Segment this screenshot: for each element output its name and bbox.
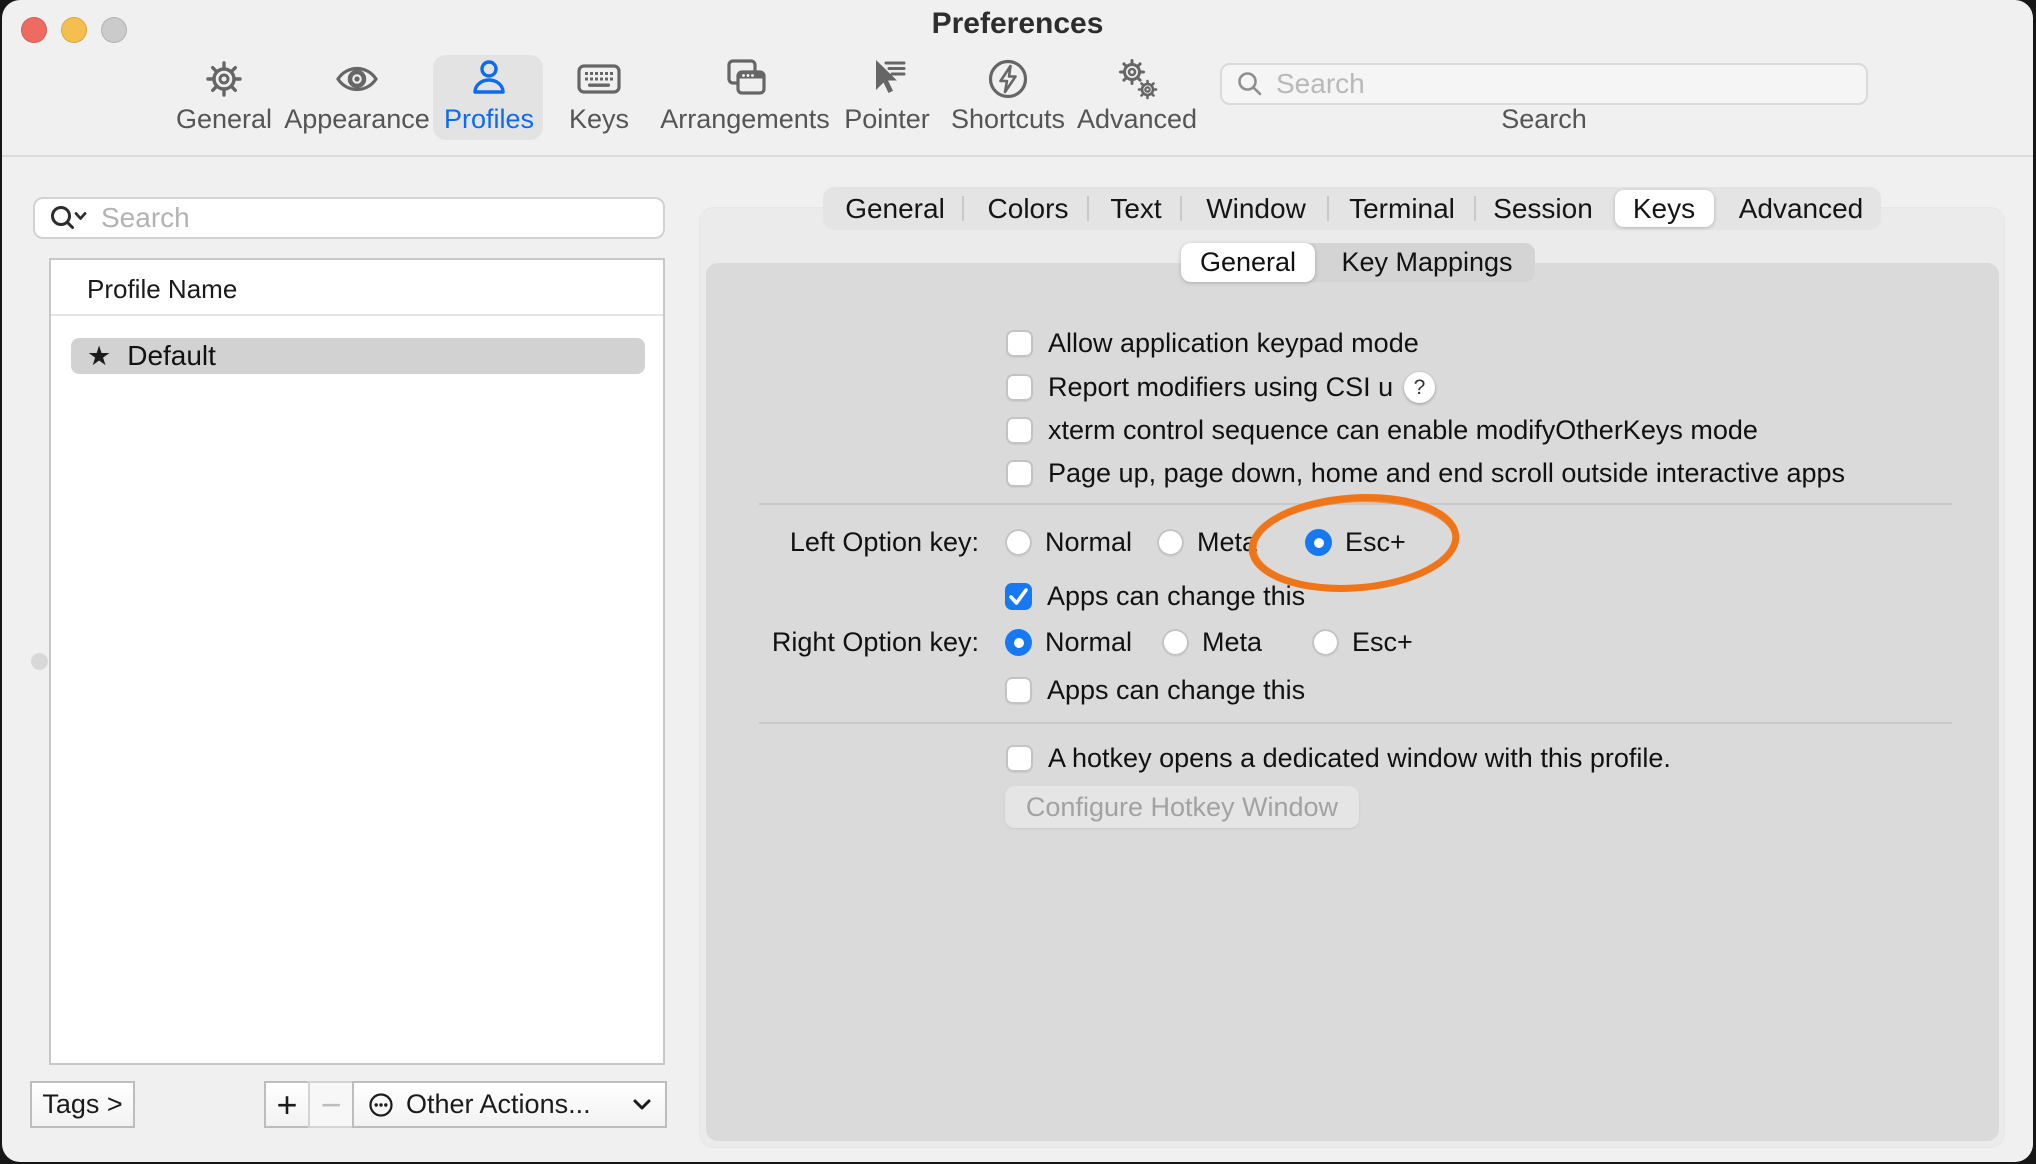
checkbox-allow-keypad-mode[interactable] bbox=[1006, 330, 1033, 357]
tab-separator bbox=[1180, 196, 1182, 221]
radio-label: Normal bbox=[1045, 621, 1132, 663]
sidebar-search-field[interactable] bbox=[33, 197, 665, 239]
radio-label: Meta bbox=[1202, 621, 1262, 663]
left-option-key-label: Left Option key: bbox=[602, 521, 979, 563]
toolbar-item-advanced[interactable]: Advanced bbox=[1027, 104, 1247, 135]
radio-label: Normal bbox=[1045, 521, 1132, 563]
checkbox-label: Report modifiers using CSI u bbox=[1048, 366, 1393, 408]
subtab-key-mappings[interactable]: Key Mappings bbox=[1322, 243, 1532, 282]
radio-label: Esc+ bbox=[1352, 621, 1413, 663]
screenshot-stage: Preferences bbox=[0, 0, 2036, 1164]
tags-button[interactable]: Tags > bbox=[30, 1081, 135, 1128]
radio-right-meta[interactable] bbox=[1162, 629, 1189, 656]
other-actions-label: Other Actions... bbox=[406, 1089, 591, 1120]
profile-list-header: Profile Name bbox=[87, 274, 237, 305]
eye-icon[interactable] bbox=[334, 56, 380, 102]
toolbar-divider bbox=[2, 155, 2033, 157]
radio-left-meta[interactable] bbox=[1157, 529, 1184, 556]
radio-left-normal[interactable] bbox=[1005, 529, 1032, 556]
tab-separator bbox=[1087, 196, 1089, 221]
window-title: Preferences bbox=[2, 7, 2033, 41]
gear-icon[interactable] bbox=[201, 56, 247, 102]
search-icon bbox=[1236, 70, 1264, 98]
remove-profile-button[interactable]: − bbox=[308, 1081, 354, 1128]
subtab-general[interactable]: General bbox=[1181, 243, 1315, 282]
person-icon[interactable] bbox=[466, 56, 512, 102]
tab-separator bbox=[1474, 196, 1476, 221]
double-gear-icon[interactable] bbox=[1114, 56, 1160, 102]
section-divider bbox=[759, 722, 1952, 724]
toolbar-search-input[interactable] bbox=[1274, 67, 1818, 101]
sidebar-search-input[interactable] bbox=[99, 201, 623, 235]
configure-hotkey-button[interactable]: Configure Hotkey Window bbox=[1005, 786, 1359, 828]
add-profile-button[interactable]: + bbox=[264, 1081, 310, 1128]
annotation-ellipse bbox=[1242, 488, 1468, 598]
profile-list: Profile Name ★ Default bbox=[49, 258, 665, 1065]
checkbox-label: Apps can change this bbox=[1047, 669, 1305, 711]
bolt-circle-icon[interactable] bbox=[985, 56, 1031, 102]
checkbox-page-scroll-outside[interactable] bbox=[1006, 460, 1033, 487]
tab-advanced[interactable]: Advanced bbox=[1711, 187, 1891, 230]
radio-right-normal[interactable] bbox=[1005, 629, 1032, 656]
splitter-handle-dot[interactable] bbox=[31, 653, 48, 670]
star-icon: ★ bbox=[87, 341, 111, 372]
right-option-key-label: Right Option key: bbox=[602, 621, 979, 663]
profile-row-default[interactable]: ★ Default bbox=[71, 338, 645, 374]
help-button[interactable]: ? bbox=[1404, 372, 1435, 403]
preferences-window: Preferences bbox=[2, 0, 2033, 1162]
checkbox-xterm-modifyotherkeys[interactable] bbox=[1006, 417, 1033, 444]
checkbox-label: Allow application keypad mode bbox=[1048, 322, 1419, 364]
tab-separator bbox=[962, 196, 964, 221]
radio-right-esc[interactable] bbox=[1312, 629, 1339, 656]
keyboard-icon[interactable] bbox=[576, 56, 622, 102]
hotkey-label: A hotkey opens a dedicated window with t… bbox=[1048, 737, 1671, 779]
toolbar-search-label: Search bbox=[1434, 104, 1654, 135]
scoped-search-icon[interactable] bbox=[49, 203, 91, 233]
checkbox-left-apps-can-change[interactable] bbox=[1005, 583, 1032, 610]
toolbar-search-field[interactable] bbox=[1220, 63, 1868, 105]
chevron-down-icon bbox=[633, 1099, 651, 1111]
checkbox-report-csi-u[interactable] bbox=[1006, 374, 1033, 401]
windows-icon[interactable] bbox=[722, 56, 768, 102]
list-header-divider bbox=[51, 314, 663, 316]
cursor-icon[interactable] bbox=[864, 56, 910, 102]
checkbox-label: xterm control sequence can enable modify… bbox=[1048, 409, 1758, 451]
checkbox-hotkey-window[interactable] bbox=[1006, 745, 1033, 772]
ellipsis-circle-icon bbox=[368, 1092, 394, 1118]
checkbox-right-apps-can-change[interactable] bbox=[1005, 677, 1032, 704]
tab-separator bbox=[1327, 196, 1329, 221]
other-actions-dropdown[interactable]: Other Actions... bbox=[352, 1081, 667, 1128]
profile-name: Default bbox=[127, 340, 216, 372]
